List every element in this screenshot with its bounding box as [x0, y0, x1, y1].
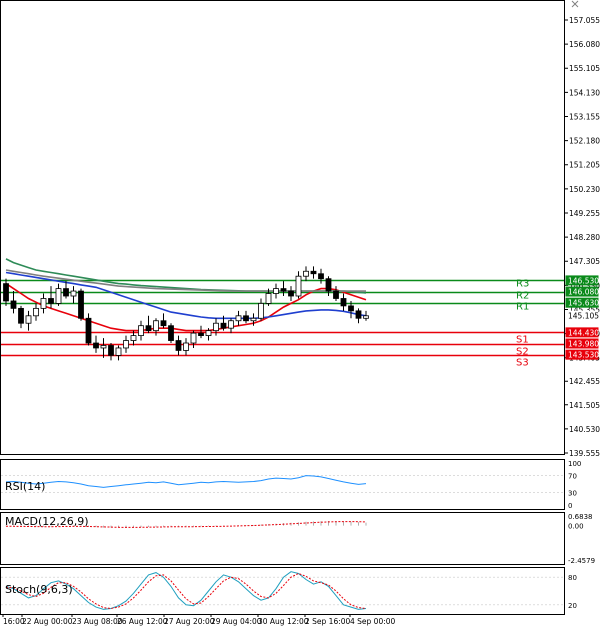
candle-body: [310, 270, 317, 275]
candle-body: [355, 310, 362, 319]
level-label-s3: S3: [516, 358, 529, 369]
y-tick-label: 142.455: [569, 377, 600, 386]
candle-body: [10, 300, 17, 309]
level-label-r1: R1: [516, 302, 529, 313]
candle-body: [303, 270, 309, 277]
candle-body: [175, 340, 182, 351]
y-tick-label: 152.180: [569, 137, 600, 146]
candle-body: [33, 307, 39, 317]
level-label-r2: R2: [516, 291, 529, 302]
y-tick-label: 151.205: [569, 161, 600, 170]
price-label: 144.430: [568, 328, 599, 337]
candle-body: [280, 288, 287, 292]
candle-body: [100, 345, 107, 349]
macd-label: MACD(12,26,9): [5, 515, 89, 528]
candle-body: [340, 298, 347, 307]
macd-tick-label: 0.6838: [568, 513, 593, 521]
candle-body: [235, 315, 242, 322]
rsi-tick-label: 0: [568, 502, 572, 510]
y-tick-label: 153.155: [569, 112, 600, 121]
candle-body: [55, 288, 62, 304]
candle-body: [130, 335, 137, 341]
x-tick-label: 29 Aug 04:00: [211, 617, 262, 626]
candle-body: [25, 315, 32, 324]
candle-body: [295, 275, 302, 297]
x-tick-label: 26 Aug 12:00: [117, 617, 168, 626]
candle-body: [250, 317, 257, 322]
close-chart-button[interactable]: [568, 0, 584, 9]
candle-body: [40, 298, 47, 309]
candle-body: [333, 290, 339, 299]
candle-body: [348, 305, 354, 312]
y-tick-label: 157.055: [569, 16, 600, 25]
y-tick-label: 149.255: [569, 209, 600, 218]
x-tick-label: 30 Aug 12:00: [258, 617, 309, 626]
stoch-tick-label: 80: [568, 574, 577, 582]
rsi-label: RSI(14): [5, 480, 45, 493]
rsi-tick-label: 70: [568, 473, 577, 481]
x-tick-label: 23 Aug 08:00: [72, 617, 123, 626]
x-tick-label: 22 Aug 00:00: [22, 617, 73, 626]
stoch-label: Stoch(9,6,3): [5, 583, 73, 596]
chart-background: [0, 0, 600, 627]
y-tick-label: 147.305: [569, 257, 600, 266]
candle-body: [138, 325, 144, 336]
candle-body: [213, 322, 219, 332]
candle-body: [168, 325, 174, 341]
level-label-r3: R3: [516, 279, 529, 290]
candle-body: [243, 315, 249, 322]
y-tick-label: 156.080: [569, 40, 600, 49]
candle-body: [220, 322, 227, 329]
x-tick-label: 4 Sep 00:00: [350, 617, 396, 626]
rsi-tick-label: 100: [568, 460, 581, 468]
trading-chart: 157.055 156.080 155.105 154.130 153.155 152.1…: [0, 0, 600, 627]
price-label: 146.530: [568, 276, 599, 285]
candle-body: [48, 298, 54, 304]
price-label: 143.530: [568, 351, 599, 360]
y-tick-label: 150.230: [569, 185, 600, 194]
candle-body: [108, 345, 114, 356]
candle-body: [153, 320, 159, 332]
candle-body: [70, 290, 77, 297]
candle-body: [273, 288, 279, 294]
candle-body: [123, 340, 129, 349]
y-tick-label: 154.130: [569, 88, 600, 97]
stoch-tick-label: 20: [568, 602, 577, 610]
y-tick-label: 139.555: [569, 449, 600, 458]
y-tick-label: 140.530: [569, 425, 600, 434]
candle-body: [265, 293, 272, 304]
rsi-tick-label: 30: [568, 489, 577, 497]
candle-body: [198, 332, 204, 336]
x-tick-label: 2 Sep 16:00: [305, 617, 351, 626]
candle-body: [288, 290, 294, 297]
y-tick-label: 141.505: [569, 401, 600, 410]
candle-body: [18, 307, 24, 324]
price-label: 143.980: [568, 340, 599, 349]
candle-body: [160, 320, 167, 327]
price-label: 146.080: [568, 288, 599, 297]
candle-body: [318, 273, 324, 280]
x-tick-label: 27 Aug 20:00: [164, 617, 215, 626]
macd-tick-label: 0.00: [568, 523, 584, 531]
y-tick-label: 148.280: [569, 233, 600, 242]
candle-body: [228, 320, 234, 329]
candle-body: [190, 332, 197, 344]
candle-body: [258, 303, 264, 319]
candle-body: [115, 347, 122, 356]
candle-body: [363, 315, 369, 319]
candle-body: [325, 278, 332, 292]
candle-body: [205, 330, 212, 336]
price-label: 145.630: [568, 299, 599, 308]
candle-body: [3, 283, 9, 302]
price-label: 145.105: [568, 312, 599, 321]
macd-tick-label: -2.4579: [568, 557, 595, 565]
candle-body: [85, 317, 92, 344]
candle-body: [78, 290, 84, 319]
candle-body: [63, 288, 69, 297]
y-tick-label: 155.105: [569, 64, 600, 73]
candle-body: [93, 342, 99, 349]
candle-body: [183, 342, 189, 351]
candle-body: [145, 325, 152, 332]
